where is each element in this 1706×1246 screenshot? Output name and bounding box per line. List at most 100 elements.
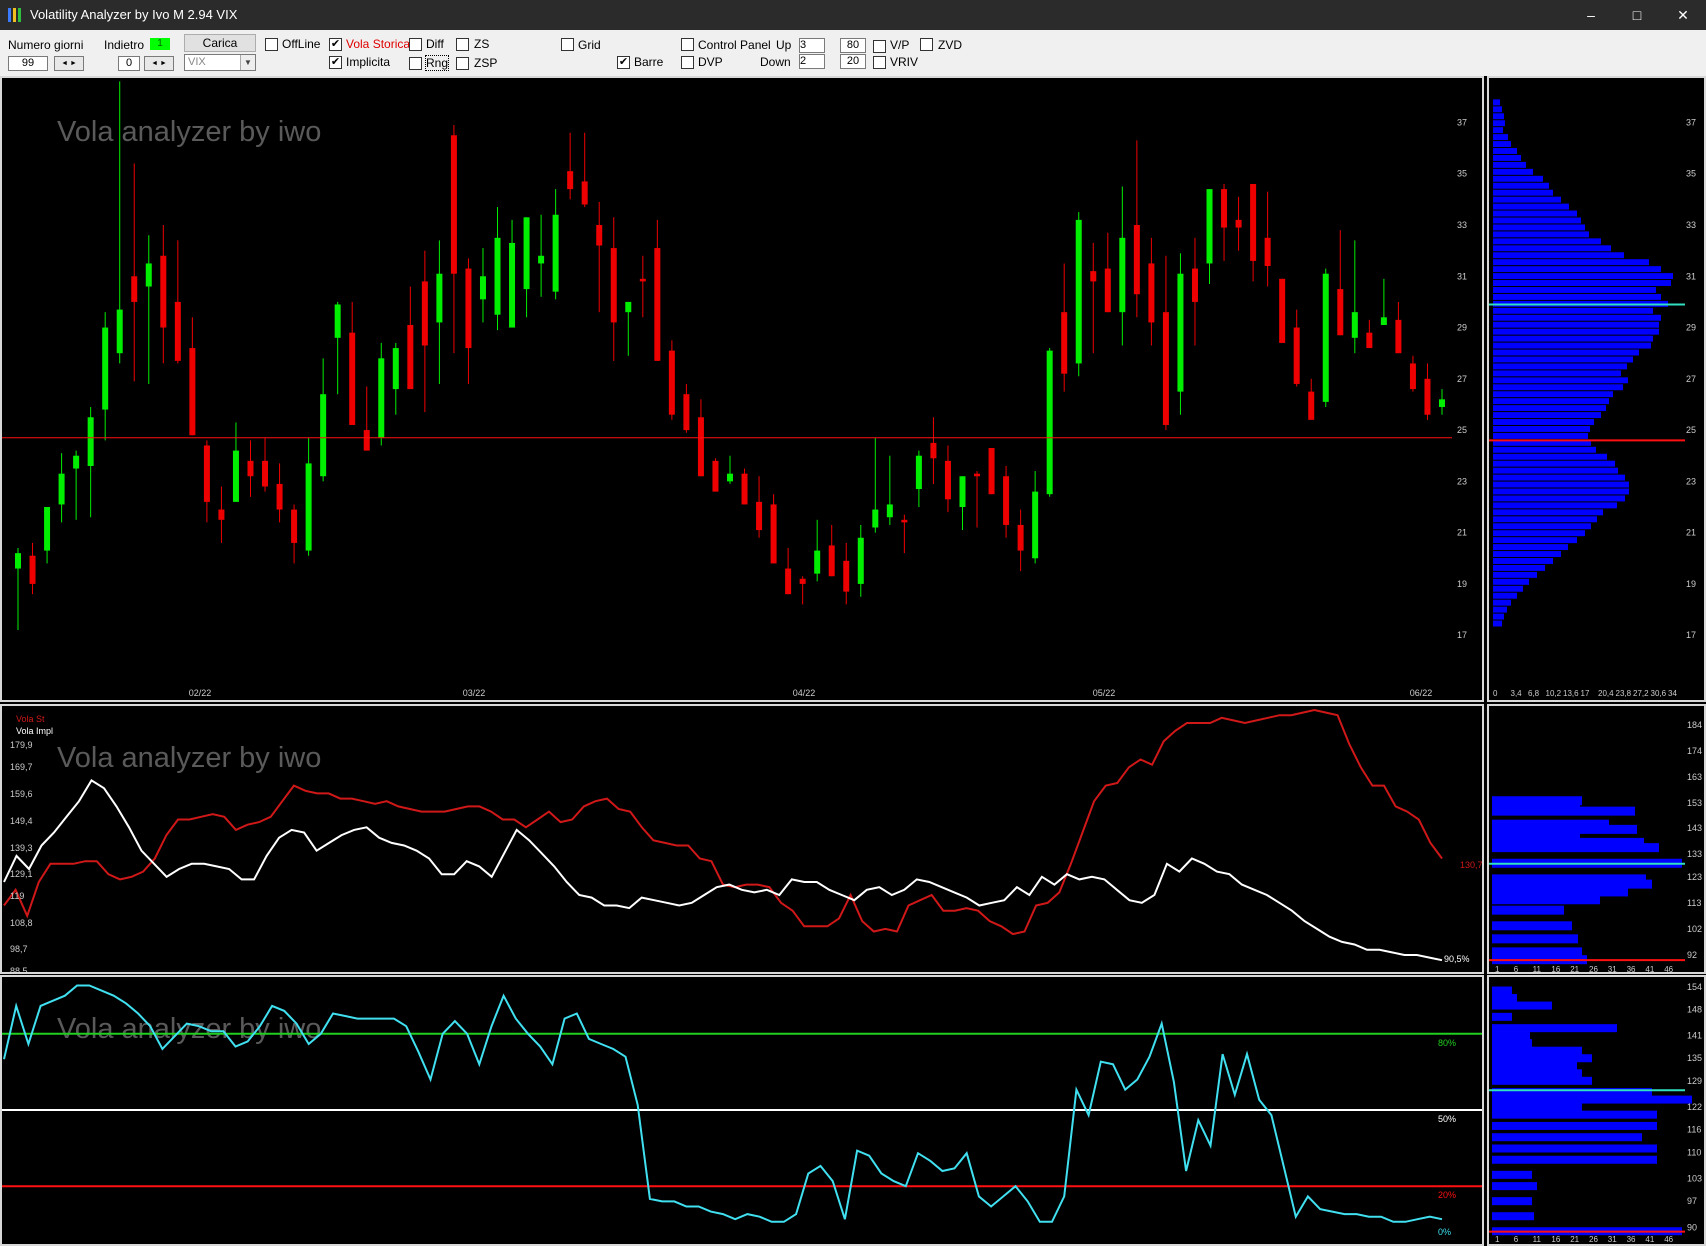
y-tick-label: 103	[1687, 1174, 1702, 1184]
vp-checkbox[interactable]	[873, 40, 886, 53]
percentile-chart-panel[interactable]: Vola analyzer by iwo 80% 50% 20% 0%	[0, 975, 1484, 1246]
candle-body	[1177, 273, 1184, 392]
candle-body	[494, 237, 501, 315]
carica-button[interactable]: Carica	[184, 34, 256, 52]
profile-bar	[1493, 154, 1521, 161]
histogram-bar	[1492, 1069, 1582, 1078]
y-tick-label: 21	[1457, 528, 1467, 538]
profile-bar	[1493, 606, 1507, 613]
up-input[interactable]: 3	[799, 38, 825, 53]
offline-checkbox[interactable]	[265, 38, 278, 51]
y-tick-label: 80%	[1438, 1038, 1456, 1048]
close-button[interactable]: ✕	[1660, 0, 1706, 30]
percentile-histogram: 15414814113512912211611010397901 6 11 16 21 2…	[1489, 982, 1702, 1244]
toolbar: Numero giorni 99 ◄ ► Indietro 1 0 ◄ ► Ca…	[0, 30, 1706, 76]
candle-body	[363, 430, 370, 451]
profile-bar	[1493, 495, 1625, 502]
candle-body	[1380, 317, 1387, 325]
y-tick-label: 27	[1686, 374, 1696, 384]
candle-body	[1250, 183, 1257, 261]
histogram-bar	[1492, 1046, 1582, 1055]
candle-body	[538, 255, 545, 264]
x-tick-label: 02/22	[189, 688, 212, 698]
candle-body	[232, 450, 239, 502]
candle-body	[378, 358, 385, 438]
indietro-spinner[interactable]: ◄ ►	[144, 56, 174, 71]
zsp-checkbox[interactable]	[456, 57, 469, 70]
candle-body	[1075, 219, 1082, 364]
y-tick-label: 97	[1687, 1196, 1697, 1206]
candle-body	[262, 460, 269, 487]
down-input[interactable]: 2	[799, 54, 825, 69]
profile-bar	[1493, 175, 1543, 182]
x-tick-label: 31	[1608, 1235, 1617, 1244]
profile-bar	[1493, 127, 1503, 134]
candle-body	[174, 301, 181, 361]
control-panel-checkbox[interactable]	[681, 38, 694, 51]
down-label: Down	[760, 55, 791, 69]
candlestick-chart: 37 35 33 31 29 27 25 23 21 19 17 02/22 03/22 04/22 05/…	[2, 81, 1467, 698]
x-tick-label: 46	[1664, 1235, 1673, 1244]
candle-body	[974, 473, 981, 477]
rng-checkbox[interactable]	[409, 57, 422, 70]
candle-body	[1424, 378, 1431, 415]
profile-bar	[1493, 384, 1623, 391]
candle-body	[639, 278, 646, 282]
x-tick-label: 20,4	[1598, 689, 1614, 698]
diff-checkbox[interactable]	[409, 38, 422, 51]
dvp-checkbox[interactable]	[681, 56, 694, 69]
profile-bar	[1493, 231, 1589, 238]
y-tick-label: 141	[1687, 1031, 1702, 1041]
candle-body	[1439, 399, 1445, 408]
candle-body	[407, 324, 414, 390]
histogram-bar	[1492, 986, 1512, 995]
candle-body	[988, 448, 995, 495]
histogram-bar	[1492, 905, 1564, 915]
candle-body	[930, 442, 937, 459]
implicita-checkbox[interactable]: ✔	[329, 56, 342, 69]
numero-giorni-spinner[interactable]: ◄ ►	[54, 56, 84, 71]
symbol-select[interactable]: VIX ▼	[184, 54, 256, 71]
profile-bar	[1493, 245, 1611, 252]
implicita-label: Implicita	[346, 55, 391, 69]
down-input-2[interactable]: 20	[840, 54, 866, 69]
candle-body	[1017, 524, 1024, 551]
indietro-input[interactable]: 0	[118, 56, 140, 71]
y-tick-label: 20%	[1438, 1190, 1456, 1200]
candle-body	[1395, 319, 1402, 354]
vola-storica-checkbox[interactable]: ✔	[329, 38, 342, 51]
y-tick-label: 92	[1687, 950, 1697, 960]
histogram-bar	[1492, 1054, 1592, 1063]
volatility-histogram: 184174163153143133123113102921 6 11 16 21 26 3…	[1489, 720, 1702, 972]
barre-checkbox[interactable]: ✔	[617, 56, 630, 69]
vriv-label: VRIV	[890, 55, 919, 69]
histogram-bar	[1492, 1212, 1534, 1221]
profile-bar	[1493, 321, 1659, 328]
profile-bar	[1493, 196, 1561, 203]
x-tick-label: 16	[1551, 1235, 1560, 1244]
y-tick-label: 113	[1687, 898, 1701, 908]
chevron-down-icon[interactable]: ▼	[240, 55, 255, 70]
up-input-2[interactable]: 80	[840, 38, 866, 53]
maximize-button[interactable]: □	[1614, 0, 1660, 30]
volatility-chart-panel[interactable]: Vola analyzer by iwo Vola St Vola Impl 179…	[0, 704, 1484, 974]
profile-bar	[1493, 446, 1596, 453]
histogram-bar	[1492, 1110, 1657, 1119]
candle-body	[886, 504, 893, 518]
y-tick-label: 102	[1687, 924, 1702, 934]
profile-bar	[1493, 453, 1607, 460]
zs-checkbox[interactable]	[456, 38, 469, 51]
numero-giorni-input[interactable]: 99	[8, 56, 48, 71]
zvd-checkbox[interactable]	[920, 38, 933, 51]
minimize-button[interactable]: –	[1568, 0, 1614, 30]
x-tick-label: 41	[1645, 1235, 1654, 1244]
y-tick-label: 184	[1687, 720, 1702, 730]
candle-body	[1104, 268, 1111, 313]
grid-checkbox[interactable]	[561, 38, 574, 51]
price-chart-panel[interactable]: Vola analyzer by iwo 37 35 33 31 29 27 25 23 21 1…	[0, 76, 1484, 702]
profile-bar	[1493, 613, 1504, 620]
x-tick-label: 05/22	[1093, 688, 1116, 698]
x-tick-label: 13,6	[1563, 689, 1579, 698]
vriv-checkbox[interactable]	[873, 56, 886, 69]
y-tick-label: 143	[1687, 823, 1702, 833]
